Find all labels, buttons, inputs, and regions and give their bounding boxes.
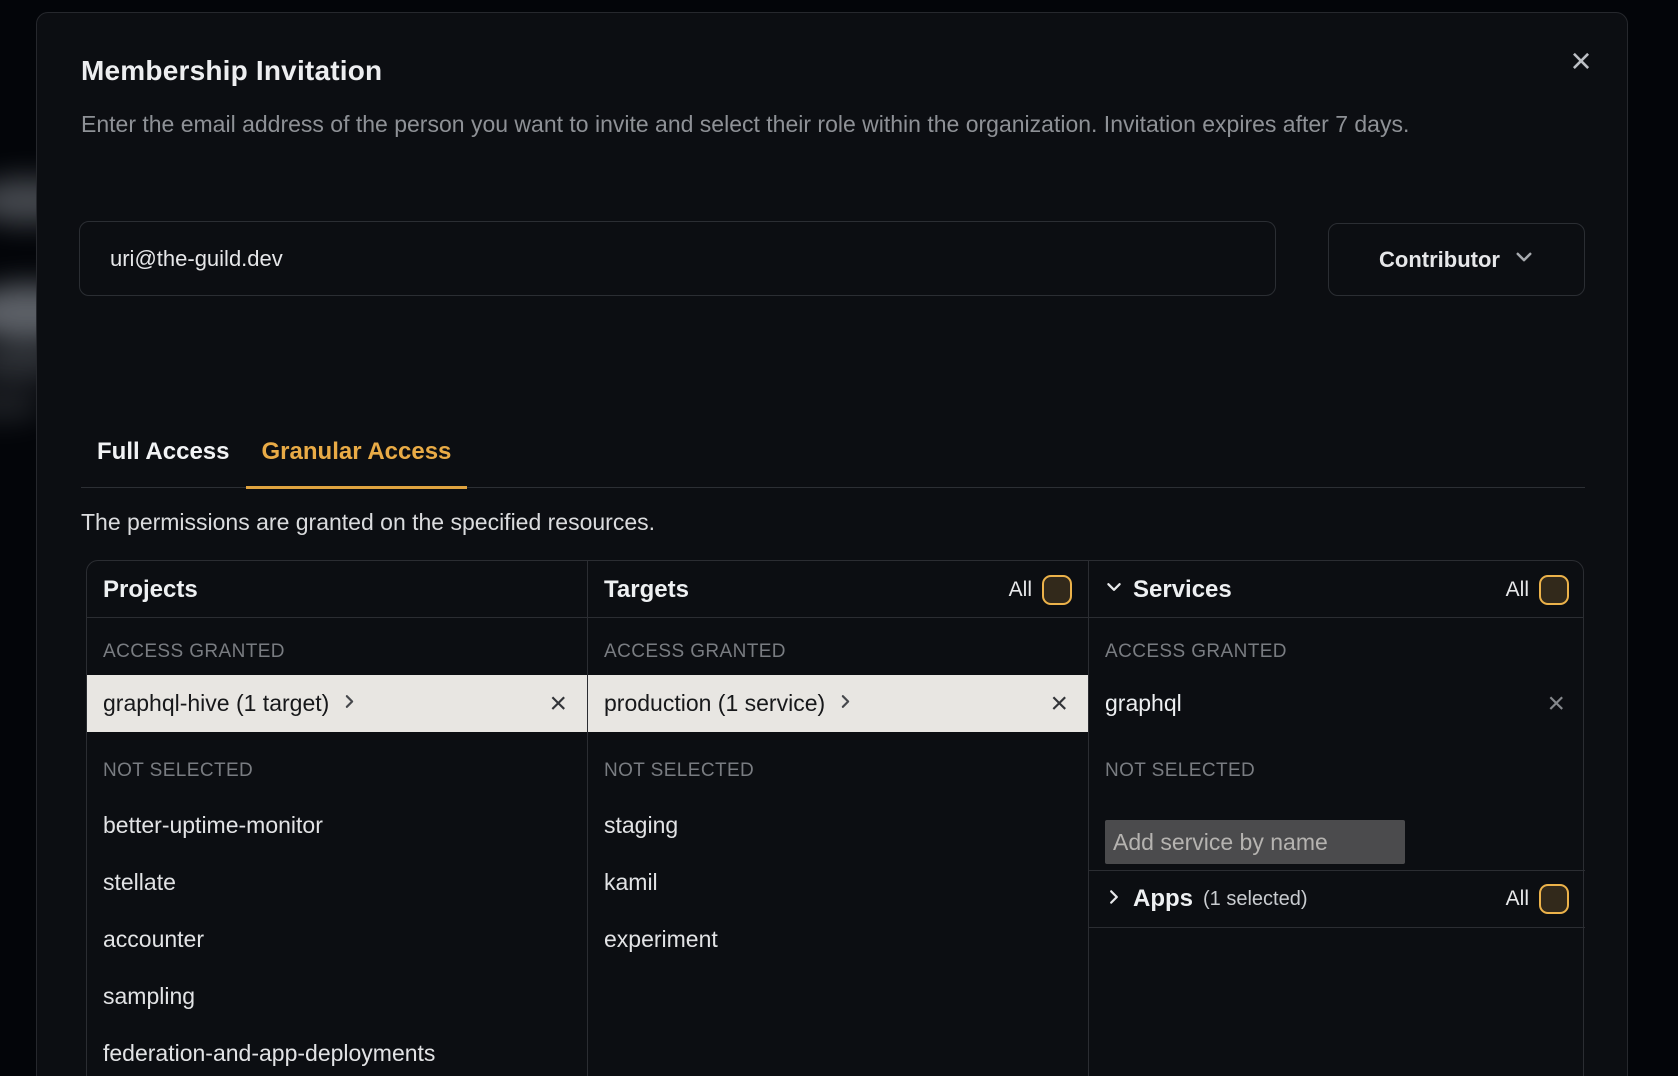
apps-selected-count: (1 selected)	[1203, 888, 1308, 911]
project-list-item[interactable]: accounter	[87, 911, 587, 968]
target-list-item[interactable]: staging	[588, 797, 1088, 854]
selected-project-row[interactable]: graphql-hive (1 target) ×	[87, 675, 587, 732]
access-granted-label: ACCESS GRANTED	[1105, 641, 1287, 663]
granted-service-row: graphql ×	[1089, 675, 1585, 732]
targets-column: Targets All ACCESS GRANTED production (1…	[588, 561, 1088, 1076]
services-column: Services All ACCESS GRANTED graphql × NO…	[1089, 561, 1585, 1076]
access-granted-label: ACCESS GRANTED	[103, 641, 285, 663]
apps-title: Apps	[1133, 885, 1193, 913]
remove-target-icon[interactable]: ×	[1050, 689, 1068, 719]
targets-header: Targets All	[588, 561, 1088, 618]
project-list-item[interactable]: better-uptime-monitor	[87, 797, 587, 854]
targets-all-label: All	[1009, 578, 1032, 602]
tab-granular-access[interactable]: Granular Access	[246, 417, 468, 489]
selected-target-name: production (1 service)	[604, 690, 825, 717]
not-selected-label: NOT SELECTED	[604, 760, 754, 782]
project-list-item[interactable]: stellate	[87, 854, 587, 911]
services-header[interactable]: Services All	[1089, 561, 1585, 618]
apps-all-checkbox[interactable]	[1539, 884, 1569, 914]
project-list-item[interactable]: sampling	[87, 968, 587, 1025]
services-all-label: All	[1506, 578, 1529, 602]
project-list-item[interactable]: federation-and-app-deployments	[87, 1025, 587, 1076]
email-input[interactable]	[79, 221, 1276, 296]
target-list-item[interactable]: experiment	[588, 911, 1088, 968]
tab-full-access[interactable]: Full Access	[81, 417, 246, 487]
permissions-note: The permissions are granted on the speci…	[81, 509, 655, 536]
dialog-description: Enter the email address of the person yo…	[81, 107, 1493, 142]
granted-service-name: graphql	[1105, 690, 1182, 717]
targets-all-group: All	[1009, 575, 1072, 605]
close-icon[interactable]: ×	[1563, 43, 1599, 79]
not-selected-label: NOT SELECTED	[1105, 760, 1255, 782]
add-service-input[interactable]	[1105, 820, 1405, 864]
apps-section-row[interactable]: Apps (1 selected) All	[1089, 870, 1585, 928]
membership-invitation-dialog: × Membership Invitation Enter the email …	[36, 12, 1628, 1076]
projects-header: Projects	[87, 561, 587, 618]
chevron-right-icon	[341, 693, 358, 715]
projects-title: Projects	[103, 576, 198, 604]
chevron-down-icon	[1105, 578, 1123, 601]
resource-picker: Projects ACCESS GRANTED graphql-hive (1 …	[86, 560, 1584, 1076]
selected-target-row[interactable]: production (1 service) ×	[588, 675, 1088, 732]
chevron-right-icon	[1105, 888, 1123, 911]
remove-project-icon[interactable]: ×	[549, 689, 567, 719]
targets-all-checkbox[interactable]	[1042, 575, 1072, 605]
apps-all-label: All	[1506, 887, 1529, 911]
targets-title: Targets	[604, 576, 689, 604]
dialog-title: Membership Invitation	[81, 55, 382, 87]
role-selected-value: Contributor	[1379, 247, 1500, 273]
chevron-right-icon	[837, 693, 854, 715]
access-tabs: Full Access Granular Access	[81, 417, 1585, 488]
services-all-checkbox[interactable]	[1539, 575, 1569, 605]
services-all-group: All	[1506, 575, 1569, 605]
selected-project-name: graphql-hive (1 target)	[103, 690, 329, 717]
target-list-item[interactable]: kamil	[588, 854, 1088, 911]
apps-all-group: All	[1506, 884, 1569, 914]
projects-column: Projects ACCESS GRANTED graphql-hive (1 …	[87, 561, 587, 1076]
remove-service-icon[interactable]: ×	[1547, 689, 1565, 719]
access-granted-label: ACCESS GRANTED	[604, 641, 786, 663]
screen: × Membership Invitation Enter the email …	[0, 0, 1678, 1076]
not-selected-label: NOT SELECTED	[103, 760, 253, 782]
chevron-down-icon	[1514, 247, 1534, 272]
services-title: Services	[1133, 576, 1232, 604]
role-select[interactable]: Contributor	[1328, 223, 1585, 296]
